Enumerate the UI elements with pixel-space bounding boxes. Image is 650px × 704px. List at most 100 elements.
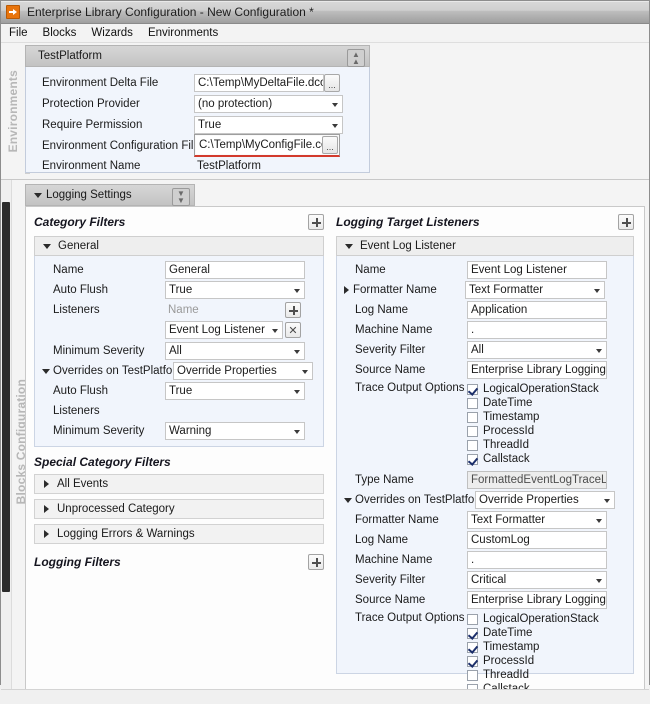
input-override-machine-name[interactable]: .	[467, 551, 607, 569]
select-override-severity-filter[interactable]: Critical	[467, 571, 607, 589]
checkbox-row-processid[interactable]: ProcessId	[467, 424, 607, 438]
label-threadid: ThreadId	[483, 439, 530, 451]
property-row-override-source-name: Source Name Enterprise Library Logging	[355, 590, 627, 610]
expand-triangle-icon[interactable]	[44, 505, 49, 513]
checkbox-logicaloperationstack[interactable]	[467, 383, 478, 395]
logging-target-listeners-title: Logging Target Listeners	[336, 215, 480, 229]
environments-section: Environments TestPlatform ▲ ▲ Environment…	[1, 43, 649, 180]
checkbox-row-threadid[interactable]: ThreadId	[467, 438, 607, 452]
checkbox-row-override-logicaloperationstack[interactable]: LogicalOperationStack	[467, 612, 607, 626]
checkbox-row-timestamp[interactable]: Timestamp	[467, 410, 607, 424]
scrollbar-thumb[interactable]	[2, 202, 10, 592]
input-environment-delta-file[interactable]: C:\Temp\MyDeltaFile.dconfig	[194, 73, 324, 92]
select-override-minimum-severity[interactable]: Warning	[165, 422, 305, 440]
input-category-name[interactable]: General	[165, 261, 305, 279]
add-logging-filter-button[interactable]	[308, 554, 324, 570]
checkbox-row-logicaloperationstack[interactable]: LogicalOperationStack	[467, 382, 607, 396]
menu-item-wizards[interactable]: Wizards	[91, 26, 142, 40]
select-severity-filter[interactable]: All	[467, 341, 607, 359]
checkbox-row-datetime[interactable]: DateTime	[467, 396, 607, 410]
select-minimum-severity[interactable]: All	[165, 342, 305, 360]
property-row-listeners: Listeners Name Event Log Listener ✕	[53, 300, 317, 339]
select-listener-entry[interactable]: Event Log Listener	[165, 321, 283, 339]
add-target-listener-button[interactable]	[618, 214, 634, 230]
checkbox-row-override-threadid[interactable]: ThreadId	[467, 668, 607, 682]
input-listener-name[interactable]: Event Log Listener	[467, 261, 607, 279]
input-log-name[interactable]: Application	[467, 301, 607, 319]
remove-listener-button[interactable]: ✕	[285, 322, 301, 338]
label-name: Name	[53, 264, 84, 276]
environments-vertical-tab[interactable]: Environments	[3, 43, 23, 179]
label-override-listeners: Listeners	[53, 405, 100, 417]
collapse-triangle-icon[interactable]	[344, 497, 352, 503]
collapse-triangle-icon[interactable]	[345, 243, 353, 249]
property-row-listener-overrides: Overrides on TestPlatform Override Prope…	[344, 490, 627, 510]
checkbox-row-override-processid[interactable]: ProcessId	[467, 654, 607, 668]
label-minimum-severity: Minimum Severity	[53, 345, 145, 357]
collapse-triangle-icon[interactable]	[42, 368, 50, 374]
select-auto-flush[interactable]: True	[165, 281, 305, 299]
category-filter-general-header[interactable]: General	[34, 236, 324, 256]
special-filter-all-events[interactable]: All Events	[34, 474, 324, 494]
logging-settings-header[interactable]: Logging Settings ▼ ▼	[25, 184, 195, 206]
special-filter-logging-errors-warnings[interactable]: Logging Errors & Warnings	[34, 524, 324, 544]
input-source-name[interactable]: Enterprise Library Logging	[467, 361, 607, 379]
blocks-configuration-section: Blocks Configuration Logging Settings ▼ ▼…	[1, 180, 649, 704]
property-row-environment-delta-file: Environment Delta File C:\Temp\MyDeltaFi…	[42, 72, 363, 93]
menu-item-file[interactable]: File	[9, 26, 37, 40]
environment-header[interactable]: TestPlatform ▲ ▲	[25, 45, 370, 67]
expand-triangle-icon[interactable]	[44, 480, 49, 488]
property-row-environment-configuration-file: Environment Configuration File C:\Temp\M…	[42, 134, 363, 157]
double-chevron-up-icon[interactable]: ▲ ▲	[347, 49, 365, 67]
select-listener-overrides[interactable]: Override Properties	[475, 491, 615, 509]
select-protection-provider[interactable]: (no protection)	[194, 94, 343, 113]
checkbox-row-callstack[interactable]: Callstack	[467, 452, 607, 466]
property-row-auto-flush: Auto Flush True	[53, 280, 317, 300]
collapse-triangle-icon[interactable]	[43, 243, 51, 249]
label-override-auto-flush: Auto Flush	[53, 385, 108, 397]
menu-item-blocks[interactable]: Blocks	[43, 26, 86, 40]
checkbox-timestamp[interactable]	[467, 411, 478, 423]
select-formatter-name[interactable]: Text Formatter	[465, 281, 605, 299]
select-require-permission[interactable]: True	[194, 115, 343, 134]
add-category-filter-button[interactable]	[308, 214, 324, 230]
add-listener-button[interactable]	[285, 302, 301, 318]
double-chevron-down-icon[interactable]: ▼ ▼	[172, 188, 190, 206]
input-environment-configuration-file[interactable]: C:\Temp\MyConfigFile.config	[196, 136, 322, 154]
expand-triangle-icon[interactable]	[44, 530, 49, 538]
checkbox-override-datetime[interactable]	[467, 627, 478, 639]
input-override-source-name[interactable]: Enterprise Library Logging	[467, 591, 607, 609]
target-listener-header[interactable]: Event Log Listener	[336, 236, 634, 256]
special-filter-unprocessed-category[interactable]: Unprocessed Category	[34, 499, 324, 519]
input-environment-name[interactable]: TestPlatform	[194, 157, 343, 175]
label-require-permission: Require Permission	[42, 118, 143, 131]
property-row-source-name: Source Name Enterprise Library Logging	[355, 360, 627, 380]
menu-item-environments[interactable]: Environments	[148, 26, 227, 40]
checkbox-threadid[interactable]	[467, 439, 478, 451]
input-override-log-name[interactable]: CustomLog	[467, 531, 607, 549]
checkbox-processid[interactable]	[467, 425, 478, 437]
checkbox-override-logicaloperationstack[interactable]	[467, 613, 478, 625]
input-machine-name[interactable]: .	[467, 321, 607, 339]
checkbox-row-override-datetime[interactable]: DateTime	[467, 626, 607, 640]
expand-triangle-icon[interactable]	[344, 286, 349, 294]
environment-panel: TestPlatform ▲ ▲ Environment Delta File C…	[25, 45, 370, 173]
select-override-formatter-name[interactable]: Text Formatter	[467, 511, 607, 529]
browse-button-configuration-file[interactable]: ...	[322, 136, 338, 154]
checkbox-override-processid[interactable]	[467, 655, 478, 667]
label-timestamp: Timestamp	[483, 411, 540, 423]
checkbox-override-threadid[interactable]	[467, 669, 478, 681]
checkbox-row-override-timestamp[interactable]: Timestamp	[467, 640, 607, 654]
browse-button-delta-file[interactable]: ...	[324, 73, 340, 92]
label-listener-overrides: Overrides on TestPlatform	[355, 494, 488, 506]
checkbox-datetime[interactable]	[467, 397, 478, 409]
select-overrides-on-testplatform[interactable]: Override Properties	[173, 362, 313, 380]
collapse-triangle-icon[interactable]	[34, 192, 42, 198]
label-override-logicaloperationstack: LogicalOperationStack	[483, 613, 599, 625]
select-override-auto-flush[interactable]: True	[165, 382, 305, 400]
checkbox-override-timestamp[interactable]	[467, 641, 478, 653]
label-environment-delta-file: Environment Delta File	[42, 76, 159, 89]
override-listeners-empty	[165, 402, 305, 420]
checkbox-callstack[interactable]	[467, 453, 478, 465]
property-row-overrides: Overrides on TestPlatform Override Prope…	[42, 361, 317, 381]
